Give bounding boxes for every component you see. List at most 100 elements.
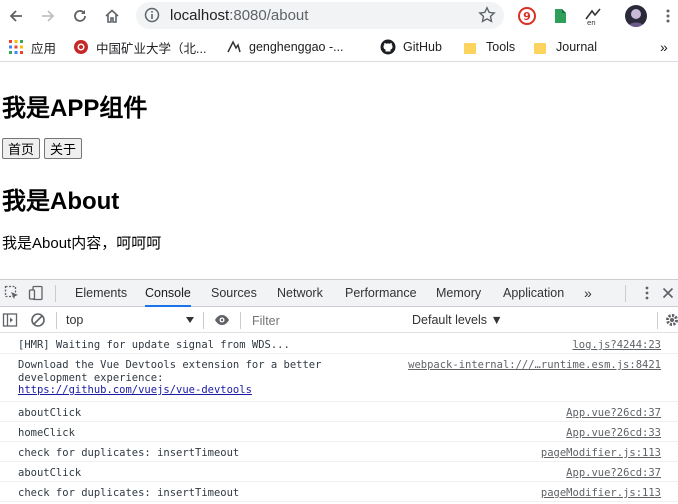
clear-console-icon[interactable] xyxy=(30,312,46,328)
profile-logo-icon xyxy=(227,40,241,53)
message-text: homeClick xyxy=(18,427,75,439)
tab-application[interactable]: Application xyxy=(503,280,564,307)
url-text: localhost:8080/about xyxy=(170,7,308,24)
console-filter-bar: top Default levels ▼ xyxy=(0,308,678,333)
source-link[interactable]: log.js?4244:23 xyxy=(572,339,661,351)
toolbar-divider xyxy=(625,285,626,302)
console-message: aboutClick App.vue?26cd:37 xyxy=(0,402,678,422)
bookmark-journal-folder[interactable]: Journal xyxy=(534,39,597,55)
console-message: Download the Vue Devtools extension for … xyxy=(0,354,678,402)
bookmark-cumt[interactable]: 中国矿业大学（北... xyxy=(73,39,207,56)
profile-avatar[interactable] xyxy=(625,5,647,27)
eye-icon[interactable] xyxy=(214,312,230,328)
message-text: [HMR] Waiting for update signal from WDS… xyxy=(18,339,290,351)
console-messages: [HMR] Waiting for update signal from WDS… xyxy=(0,334,678,502)
bookmark-label: genghenggao -... xyxy=(249,40,344,54)
address-bar[interactable]: localhost:8080/about xyxy=(136,2,504,29)
message-text: check for duplicates: insertTimeout xyxy=(18,487,240,499)
bookmark-apps[interactable]: 应用 xyxy=(8,39,57,56)
inspect-element-icon[interactable] xyxy=(4,285,20,301)
more-vertical-icon[interactable] xyxy=(639,285,655,301)
bookmark-label: GitHub xyxy=(403,40,442,54)
toolbar-divider xyxy=(203,312,204,329)
message-text: aboutClick xyxy=(18,407,82,419)
extension-red-icon[interactable]: 9 xyxy=(516,5,538,27)
more-vertical-icon xyxy=(666,9,670,23)
info-icon[interactable] xyxy=(144,7,160,23)
tab-console[interactable]: Console xyxy=(145,280,191,307)
console-message: [HMR] Waiting for update signal from WDS… xyxy=(0,334,678,354)
reload-icon xyxy=(74,10,86,22)
nav-buttons: 首页 关于 xyxy=(2,138,83,159)
console-message: check for duplicates: insertTimeout page… xyxy=(0,442,678,462)
svg-text:9: 9 xyxy=(523,10,531,23)
console-message: check for duplicates: insertTimeout page… xyxy=(0,482,678,502)
folder-icon xyxy=(464,42,476,54)
arrow-right-icon xyxy=(42,10,55,22)
url-path: :8080/about xyxy=(229,7,309,24)
console-message: homeClick App.vue?26cd:33 xyxy=(0,422,678,442)
devtools-panel: Elements Console Sources Network Perform… xyxy=(0,279,678,504)
app-heading: 我是APP组件 xyxy=(2,95,148,122)
bookmark-label: 应用 xyxy=(31,41,57,56)
about-nav-button[interactable]: 关于 xyxy=(44,138,83,159)
forward-button[interactable] xyxy=(36,4,60,28)
source-link[interactable]: webpack-internal:///…runtime.esm.js:8421 xyxy=(408,359,661,371)
source-link[interactable]: pageModifier.js:113 xyxy=(541,487,661,499)
github-icon xyxy=(380,39,396,55)
source-link[interactable]: App.vue?26cd:33 xyxy=(566,427,661,439)
toolbar-divider xyxy=(657,312,658,329)
reload-button[interactable] xyxy=(68,4,92,28)
bookmark-label: Journal xyxy=(556,40,597,54)
sidebar-toggle-icon[interactable] xyxy=(2,312,18,328)
avatar-icon xyxy=(628,9,644,27)
university-logo-icon xyxy=(74,40,88,54)
context-selector[interactable]: top xyxy=(66,313,83,327)
console-filter-input[interactable] xyxy=(247,311,405,330)
home-nav-button[interactable]: 首页 xyxy=(2,138,41,159)
toolbar-divider xyxy=(55,285,56,302)
tab-elements[interactable]: Elements xyxy=(75,280,127,307)
more-tabs-button[interactable]: » xyxy=(584,280,592,307)
tab-sources[interactable]: Sources xyxy=(211,280,257,307)
more-bookmarks-button[interactable]: » xyxy=(660,39,668,55)
vue-devtools-link[interactable]: https://github.com/vuejs/vue-devtools xyxy=(18,384,252,396)
devtools-tab-bar: Elements Console Sources Network Perform… xyxy=(0,280,678,307)
source-link[interactable]: App.vue?26cd:37 xyxy=(566,407,661,419)
folder-icon xyxy=(534,42,546,54)
source-link[interactable]: pageModifier.js:113 xyxy=(541,447,661,459)
console-message: aboutClick App.vue?26cd:37 xyxy=(0,462,678,482)
close-icon[interactable] xyxy=(660,285,676,301)
gear-icon[interactable] xyxy=(664,312,678,328)
url-host: localhost xyxy=(170,7,230,24)
tab-network[interactable]: Network xyxy=(277,280,323,307)
bookmark-genghenggao[interactable]: genghenggao -... xyxy=(226,39,344,55)
bookmark-tools-folder[interactable]: Tools xyxy=(464,39,515,55)
arrow-left-icon xyxy=(9,10,22,22)
message-text: check for duplicates: insertTimeout xyxy=(18,447,240,459)
tab-memory[interactable]: Memory xyxy=(436,280,481,307)
source-link[interactable]: App.vue?26cd:37 xyxy=(566,467,661,479)
tab-performance[interactable]: Performance xyxy=(345,280,417,307)
bookmark-label: 中国矿业大学（北... xyxy=(96,41,207,56)
home-button[interactable] xyxy=(100,4,124,28)
browser-toolbar: localhost:8080/about 9 en xyxy=(0,0,678,32)
extension-en-icon[interactable]: en xyxy=(582,5,604,27)
bookmark-star-icon[interactable] xyxy=(478,6,496,24)
message-text: aboutClick xyxy=(18,467,82,479)
log-levels-dropdown[interactable]: Default levels ▼ xyxy=(412,313,503,327)
apps-grid-icon xyxy=(9,40,23,54)
about-heading: 我是About xyxy=(2,188,120,215)
extension-green-icon[interactable] xyxy=(550,5,572,27)
back-button[interactable] xyxy=(4,4,28,28)
chevron-down-icon[interactable] xyxy=(186,317,194,323)
about-content-text: 我是About内容，呵呵呵 xyxy=(2,235,162,252)
bookmark-label: Tools xyxy=(486,40,516,54)
message-text: Download the Vue Devtools extension for … xyxy=(18,359,321,397)
message-body: Download the Vue Devtools extension for … xyxy=(18,359,322,384)
browser-menu-button[interactable] xyxy=(656,4,678,28)
page-content: 我是APP组件 首页 关于 我是About 我是About内容，呵呵呵 xyxy=(0,66,678,278)
bookmark-github[interactable]: GitHub xyxy=(380,39,442,55)
svg-text:en: en xyxy=(587,19,596,27)
device-toolbar-icon[interactable] xyxy=(28,285,44,301)
